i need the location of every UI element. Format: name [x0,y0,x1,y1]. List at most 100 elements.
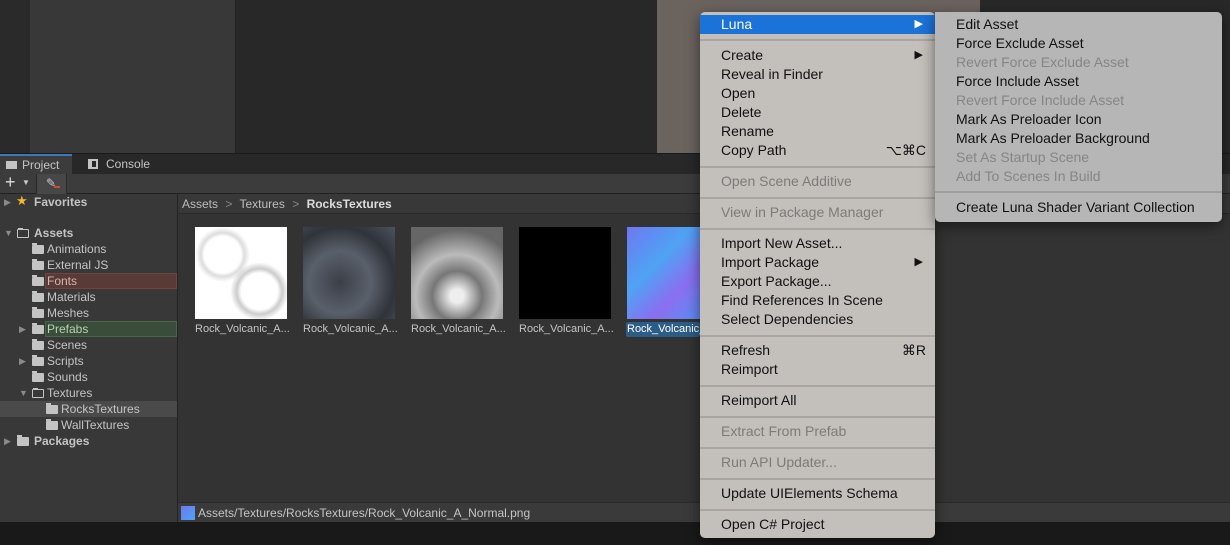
breadcrumb-separator: > [292,197,300,211]
expand-arrow-icon[interactable]: ▶ [19,321,26,337]
menu-separator [700,228,935,230]
menu-item-open-scene-additive: Open Scene Additive [721,173,852,189]
menu-item-run-api-updater: Run API Updater... [721,454,837,470]
menu-item-import-package[interactable]: Import Package ▶ [700,253,935,272]
asset-thumbnail[interactable] [411,227,503,319]
expand-arrow-icon[interactable]: ▶ [4,194,11,210]
breadcrumb-item[interactable]: Assets [182,197,218,211]
tree-item-scenes[interactable]: Scenes [0,337,177,353]
tree-label: WallTextures [61,418,130,432]
left-dock-strip [0,0,30,153]
menu-item-rename[interactable]: Rename [700,122,935,141]
tree-label: Animations [47,242,107,256]
tree-item-packages[interactable]: ▶ Packages [0,433,177,449]
folder-icon [32,259,44,270]
asset-thumbnail[interactable] [195,227,287,319]
submenu-item-revert-force-exclude: Revert Force Exclude Asset [956,54,1129,70]
tree-item-meshes[interactable]: Meshes [0,305,177,321]
tree-item-fonts[interactable]: Fonts [0,273,177,289]
submenu-item-force-exclude[interactable]: Force Exclude Asset [935,34,1222,53]
star-icon: ★ [16,193,28,208]
menu-separator [700,335,935,337]
asset-thumbnail[interactable] [303,227,395,319]
menu-item-select-dependencies[interactable]: Select Dependencies [700,310,935,329]
menu-item-refresh[interactable]: Refresh ⌘R [700,341,935,360]
submenu-item-edit-asset[interactable]: Edit Asset [935,15,1222,34]
label-filter-button[interactable]: ✎ [36,174,67,194]
menu-item-open[interactable]: Open [700,84,935,103]
menu-item-copy-path[interactable]: Copy Path ⌥⌘C [700,141,935,160]
tree-item-materials[interactable]: Materials [0,289,177,305]
tree-label: Scripts [47,354,84,368]
folder-icon [32,243,44,254]
tree-item-favorites[interactable]: ▶ ★ Favorites [0,193,177,210]
tab-label: Console [106,157,151,171]
tree-item-prefabs[interactable]: ▶ Prefabs [0,321,177,337]
menu-item-update-uielements-schema[interactable]: Update UIElements Schema [700,484,935,503]
shortcut: ⌥⌘C [885,142,926,158]
menu-item-luna[interactable]: Luna ▶ [700,15,935,34]
asset-label[interactable]: Rock_Volcanic_A... [194,322,294,337]
tree-label: Favorites [34,195,88,209]
submenu-item-mark-preloader-background[interactable]: Mark As Preloader Background [935,129,1222,148]
menu-separator [700,385,935,387]
add-button[interactable]: + [5,172,16,193]
minus-icon [54,186,60,188]
tree-item-scripts[interactable]: ▶ Scripts [0,353,177,369]
submenu-item-force-include[interactable]: Force Include Asset [935,72,1222,91]
tree-item-walltextures[interactable]: WallTextures [0,417,177,433]
folder-icon [46,419,58,430]
console-icon [88,159,98,169]
folder-icon [32,291,44,302]
breadcrumb-item[interactable]: Textures [240,197,285,211]
folder-icon [32,339,44,350]
folder-icon [32,355,44,366]
chevron-down-icon[interactable]: ▼ [22,178,30,187]
asset-label[interactable]: Rock_Volcanic_A... [302,322,402,337]
menu-item-reveal-in-finder[interactable]: Reveal in Finder [700,65,935,84]
tree-label: Prefabs [47,322,89,336]
menu-item-export-package[interactable]: Export Package... [700,272,935,291]
folder-icon [6,161,17,169]
folder-icon [32,323,44,334]
menu-item-import-new-asset[interactable]: Import New Asset... [700,234,935,253]
tree-item-textures[interactable]: ▼ Textures [0,385,177,401]
tree-item-external-js[interactable]: External JS [0,257,177,273]
submenu-item-create-shader-variant-collection[interactable]: Create Luna Shader Variant Collection [935,198,1222,217]
project-tree: ▶ ★ Favorites ▼ Assets Animations Extern… [0,193,178,522]
asset-label-selected[interactable]: Rock_Volcanic_ [626,322,700,337]
tree-item-animations[interactable]: Animations [0,241,177,257]
bottom-bar [0,522,1230,545]
menu-item-reimport[interactable]: Reimport [700,360,935,379]
asset-label[interactable]: Rock_Volcanic_A... [518,322,618,337]
menu-item-delete[interactable]: Delete [700,103,935,122]
menu-item-reimport-all[interactable]: Reimport All [700,391,935,410]
menu-separator [700,166,935,168]
submenu-item-mark-preloader-icon[interactable]: Mark As Preloader Icon [935,110,1222,129]
tab-console[interactable]: Console [84,154,164,175]
menu-item-find-references[interactable]: Find References In Scene [700,291,935,310]
submenu-arrow-icon: ▶ [914,256,923,268]
tree-label: Assets [34,226,74,240]
tree-label: Scenes [47,338,88,352]
asset-thumbnail[interactable] [627,227,700,319]
tree-label: RocksTextures [61,402,140,416]
inspector-area [235,0,657,153]
texture-icon [181,506,195,520]
collapse-arrow-icon[interactable]: ▼ [19,385,28,401]
folder-icon [32,371,44,382]
tree-item-rockstextures[interactable]: RocksTextures [0,401,177,417]
asset-label[interactable]: Rock_Volcanic_A... [410,322,510,337]
tree-item-sounds[interactable]: Sounds [0,369,177,385]
collapse-arrow-icon[interactable]: ▼ [4,225,13,241]
menu-item-open-csharp-project[interactable]: Open C# Project [700,515,935,534]
breadcrumb-item[interactable]: RocksTextures [307,197,392,211]
tree-item-assets[interactable]: ▼ Assets [0,225,177,241]
asset-thumbnail[interactable] [519,227,611,319]
expand-arrow-icon[interactable]: ▶ [4,433,11,449]
menu-item-create[interactable]: Create ▶ [700,46,935,65]
submenu-item-revert-force-include: Revert Force Include Asset [956,92,1125,108]
submenu-item-add-to-scenes: Add To Scenes In Build [956,168,1101,184]
expand-arrow-icon[interactable]: ▶ [19,353,26,369]
tab-label: Project [22,158,60,172]
